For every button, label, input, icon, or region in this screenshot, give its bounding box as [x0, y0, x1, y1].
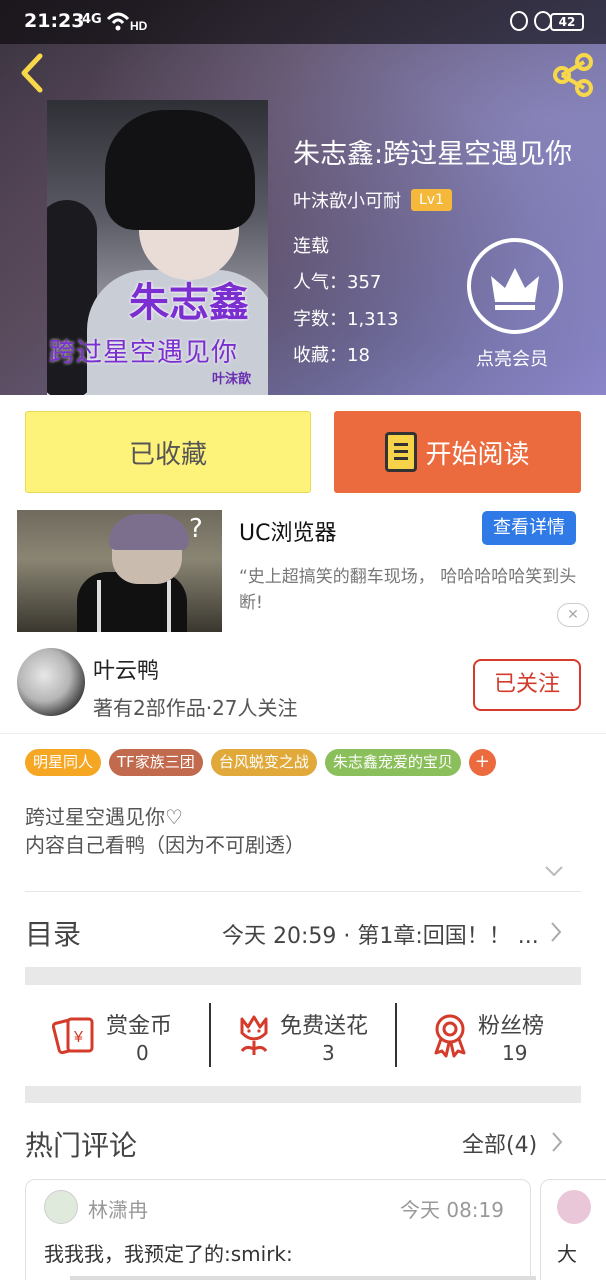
medal-icon — [434, 1014, 466, 1058]
cover-title: 朱志鑫 — [129, 279, 249, 326]
question-icon: ? — [189, 514, 203, 544]
book-popularity: 人气：357 — [293, 272, 382, 293]
level-badge: Lv1 — [411, 189, 452, 211]
lock-rotation-icon — [510, 11, 528, 31]
toc-latest-chapter[interactable]: 今天 20:59 · 第1章:回国！！ ... — [222, 918, 539, 950]
ad-description[interactable]: “史上超搞笑的翻车现场， 哈哈哈哈哈笑到头断! — [239, 564, 584, 616]
stat-label: 赏金币 — [106, 1014, 173, 1039]
cover-subtitle: 跨过星空遇见你 — [49, 338, 239, 368]
scroll-indicator — [70, 1276, 536, 1280]
battery-icon: 42 — [550, 13, 584, 31]
flower-icon — [240, 1015, 268, 1055]
vip-button[interactable] — [467, 238, 563, 334]
start-reading-button[interactable]: 开始阅读 — [334, 411, 581, 493]
tag-list: 明星同人 TF家族三团 台风蜕变之战 朱志鑫宠爱的宝贝 + — [25, 749, 496, 776]
comment-time: 今天 08:19 — [400, 1198, 504, 1222]
share-icon[interactable] — [550, 52, 596, 98]
book-status: 连载 — [293, 236, 329, 257]
writer-meta: 著有2部作品·27人关注 — [93, 696, 298, 720]
comment-card[interactable]: 大 — [540, 1179, 606, 1280]
tag-item[interactable]: 朱志鑫宠爱的宝贝 — [324, 749, 461, 776]
vip-label[interactable]: 点亮会员 — [476, 345, 548, 371]
free-flower-button[interactable]: 免费送花 3 — [232, 1003, 382, 1069]
reward-coin-button[interactable]: ¥ 赏金币 0 — [52, 1003, 202, 1069]
chevron-down-icon[interactable] — [545, 866, 563, 876]
start-reading-label: 开始阅读 — [425, 439, 530, 470]
ad-detail-button[interactable]: 查看详情 — [482, 511, 576, 545]
favorited-button[interactable]: 已收藏 — [25, 411, 311, 493]
svg-text:¥: ¥ — [73, 1029, 83, 1046]
stat-value: 3 — [322, 1041, 335, 1065]
chevron-right-icon[interactable] — [550, 921, 562, 943]
status-bar: 21:23 4G HD 42 — [0, 0, 606, 44]
comment-text: 我我我，我预定了的:smirk: — [44, 1242, 293, 1266]
divider — [395, 1003, 397, 1067]
commenter-avatar[interactable] — [557, 1190, 591, 1224]
signal-label: 4G — [82, 12, 102, 27]
tag-item[interactable]: 台风蜕变之战 — [210, 749, 317, 776]
stat-label: 粉丝榜 — [478, 1014, 545, 1039]
book-cover[interactable]: 朱志鑫 跨过星空遇见你 叶沫歆 — [47, 100, 268, 395]
chevron-right-icon[interactable] — [551, 1131, 563, 1153]
book-words: 字数：1,313 — [293, 309, 399, 330]
author-line: 叶沫歆小可耐 Lv1 — [293, 187, 452, 213]
section-divider — [25, 967, 581, 985]
stat-value: 0 — [136, 1041, 149, 1065]
back-arrow-icon[interactable] — [14, 52, 54, 94]
book-title: 朱志鑫:跨过星空遇见你 — [293, 139, 573, 170]
red-envelope-icon: ¥ — [52, 1017, 94, 1055]
commenter-name[interactable]: 林潇冉 — [88, 1194, 148, 1223]
intro-line: 跨过星空遇见你♡ — [25, 805, 183, 829]
crown-icon — [491, 268, 539, 310]
divider — [0, 733, 606, 734]
ad-title[interactable]: UC浏览器 — [239, 515, 336, 547]
divider — [209, 1003, 211, 1067]
book-intro: 跨过星空遇见你♡ 内容自己看鸭（因为不可剧透） — [25, 803, 305, 859]
cover-author: 叶沫歆 — [212, 372, 252, 387]
followed-button[interactable]: 已关注 — [473, 659, 581, 711]
comment-text: 大 — [557, 1242, 577, 1266]
book-icon — [385, 432, 418, 472]
writer-name[interactable]: 叶云鸭 — [93, 653, 159, 685]
intro-line: 内容自己看鸭（因为不可剧透） — [25, 833, 305, 857]
comment-card[interactable]: 林潇冉 今天 08:19 我我我，我预定了的:smirk: — [25, 1179, 531, 1280]
section-divider — [25, 1086, 581, 1103]
all-comments-link[interactable]: 全部(4) — [462, 1127, 537, 1159]
ad-image[interactable]: ? — [17, 510, 222, 632]
status-time: 21:23 — [24, 10, 85, 32]
tag-item[interactable]: TF家族三团 — [109, 749, 203, 776]
stat-value: 19 — [502, 1041, 528, 1065]
writer-avatar[interactable] — [17, 648, 85, 716]
commenter-avatar[interactable] — [44, 1190, 78, 1224]
svg-text:HD: HD — [130, 19, 148, 33]
fan-ranking-button[interactable]: 粉丝榜 19 — [428, 1003, 578, 1069]
wifi-icon: HD — [106, 12, 148, 33]
book-author[interactable]: 叶沫歆小可耐 — [293, 187, 401, 213]
toc-title[interactable]: 目录 — [25, 913, 81, 953]
book-header: 21:23 4G HD 42 朱志鑫 跨过星空遇见你 叶沫歆 朱志鑫:跨过星空遇… — [0, 0, 606, 395]
book-favorites: 收藏：18 — [293, 345, 370, 366]
hot-comments-title: 热门评论 — [25, 1129, 138, 1162]
divider — [25, 891, 581, 892]
ad-close-icon[interactable]: ✕ — [557, 603, 589, 627]
add-tag-button[interactable]: + — [468, 749, 496, 776]
stat-label: 免费送花 — [280, 1014, 369, 1039]
tag-item[interactable]: 明星同人 — [25, 749, 102, 776]
